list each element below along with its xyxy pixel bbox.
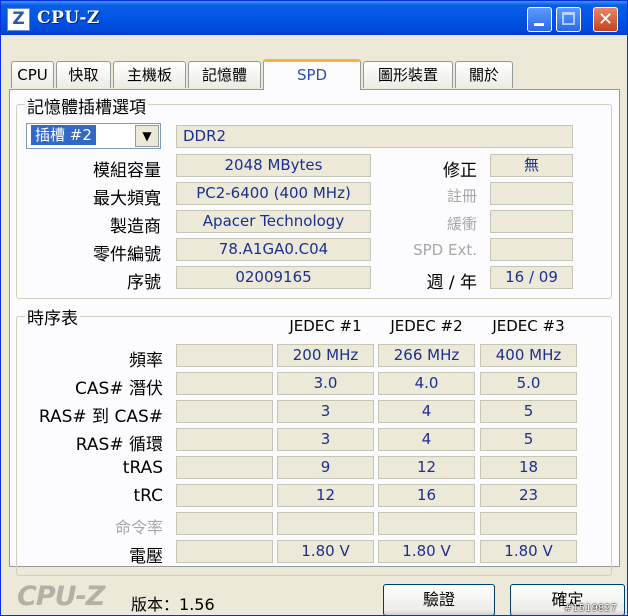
version-label: 版本：: [131, 595, 180, 614]
spec-value: PC2-6400 (400 MHz): [176, 182, 371, 205]
watermark-text: #1519827: [564, 603, 617, 614]
tab-spd[interactable]: SPD: [263, 59, 361, 90]
spd-flag-value: 16 / 09: [490, 266, 573, 289]
spec-label: 零件編號: [93, 245, 161, 265]
spec-label: 序號: [127, 273, 161, 293]
spec-label: 最大頻寬: [93, 189, 161, 209]
tab-about[interactable]: 關於: [455, 61, 513, 88]
timing-table-group: [16, 316, 612, 576]
tab-cache[interactable]: 快取: [56, 61, 111, 88]
tab-memory[interactable]: 記憶體: [188, 61, 261, 88]
spd-flag-label: 週 / 年: [426, 273, 477, 293]
spd-flag-label: 修正: [443, 161, 477, 181]
close-icon: ✕: [597, 9, 614, 30]
window-title: CPU-Z: [37, 8, 100, 28]
spec-value: 02009165: [176, 266, 371, 289]
tab-strip: CPU 快取 主機板 記憶體 SPD 圖形裝置 關於: [11, 59, 611, 90]
maximize-button[interactable]: [556, 7, 581, 32]
title-bar[interactable]: Z CPU-Z ✕: [1, 1, 627, 35]
spd-flag-value: [490, 182, 573, 205]
spec-label: 模組容量: [93, 161, 161, 181]
timing-table-title: 時序表: [25, 304, 80, 329]
spd-flag-label: 註冊: [446, 187, 477, 205]
spd-flag-value: [490, 210, 573, 233]
memory-type-field: DDR2: [176, 125, 573, 148]
spd-flag-value: 無: [490, 154, 573, 177]
spec-value: Apacer Technology: [176, 210, 371, 233]
tab-mainboard[interactable]: 主機板: [113, 61, 186, 88]
tab-cpu[interactable]: CPU: [11, 61, 54, 88]
spd-flag-label: 緩衝: [446, 215, 477, 233]
slot-select[interactable]: 插槽 #2 ▼: [26, 123, 161, 149]
spec-value: 2048 MBytes: [176, 154, 371, 177]
spec-label: 製造商: [110, 217, 161, 237]
chevron-down-icon: ▼: [142, 129, 152, 143]
minimize-button[interactable]: [527, 7, 552, 32]
spec-value: 78.A1GA0.C04: [176, 238, 371, 261]
tab-graphics[interactable]: 圖形裝置: [363, 61, 453, 88]
cpuz-logo: CPU-Z: [17, 581, 105, 612]
maximize-icon: [562, 12, 575, 25]
validate-button[interactable]: 驗證: [383, 584, 495, 615]
spd-flag-value: [490, 238, 573, 261]
slot-dropdown-button[interactable]: ▼: [135, 125, 159, 147]
close-button[interactable]: ✕: [593, 7, 618, 32]
slot-selected-value: 插槽 #2: [30, 124, 97, 146]
version-text: 版本：1.56: [131, 591, 215, 615]
memory-slot-group-title: 記憶體插槽選項: [25, 93, 148, 118]
spd-flag-label: SPD Ext.: [413, 241, 477, 259]
cpuz-window: Z CPU-Z ✕ CPU 快取 主機板 記憶體 SPD 圖形裝置 關於 記憶體…: [0, 0, 628, 616]
minimize-icon: [534, 23, 544, 26]
version-number: 1.56: [179, 595, 215, 614]
cpuz-app-icon: Z: [7, 8, 30, 31]
